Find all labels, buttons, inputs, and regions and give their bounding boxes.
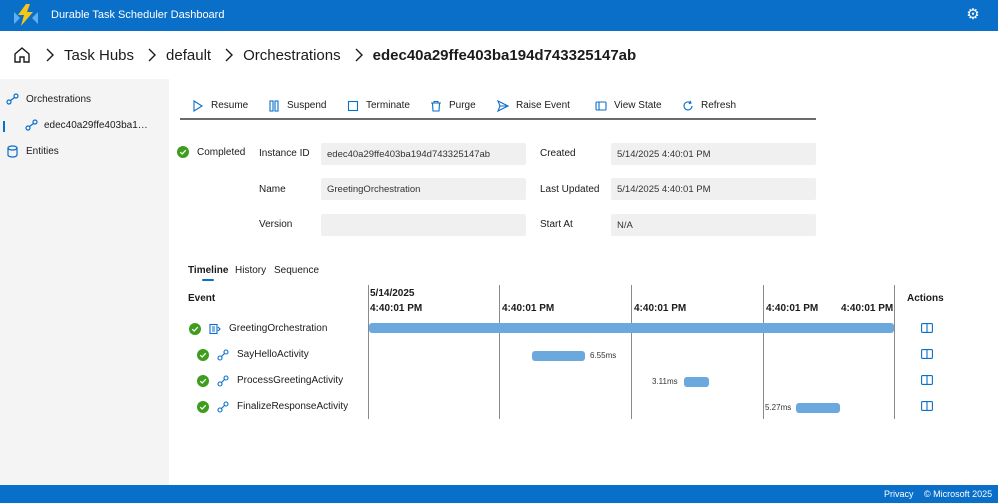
breadcrumb: Task Hubs default Orchestrations edec40a… — [0, 31, 998, 79]
tab-timeline[interactable]: Timeline — [188, 265, 228, 276]
event-name: GreetingOrchestration — [229, 323, 328, 334]
orchestration-icon — [6, 93, 19, 105]
send-icon — [497, 99, 509, 112]
play-icon — [193, 99, 204, 112]
timeline-row: FinalizeResponseActivity 5.27ms — [0, 399, 998, 417]
duration-bar[interactable] — [684, 377, 709, 387]
database-icon — [7, 145, 18, 158]
chevron-right-icon — [225, 48, 234, 62]
view-state-button[interactable]: View State — [595, 93, 662, 118]
activity-icon — [217, 349, 229, 361]
duration-bar[interactable] — [369, 323, 894, 333]
sidebar-item-label: Entities — [26, 146, 59, 157]
check-circle-icon — [197, 401, 209, 413]
top-bar: Durable Task Scheduler Dashboard ⚙ — [0, 0, 998, 31]
status-badge: Completed — [177, 146, 245, 158]
active-tab-indicator — [202, 279, 214, 281]
event-column-header: Event — [188, 293, 216, 304]
refresh-button[interactable]: Refresh — [682, 93, 736, 118]
active-indicator — [3, 121, 5, 132]
home-icon[interactable] — [13, 46, 31, 64]
duration-label: 5.27ms — [765, 403, 792, 412]
timeline-row: SayHelloActivity 6.55ms — [0, 347, 998, 365]
timeline-tick: 4:40:01 PM — [841, 303, 894, 314]
orchestration-icon — [25, 119, 38, 131]
panel-icon[interactable] — [921, 401, 933, 411]
breadcrumb-default[interactable]: default — [166, 47, 211, 64]
trash-icon — [431, 100, 441, 112]
instance-id-field: edec40a29ffe403ba194d743325147ab — [321, 143, 526, 165]
suspend-button[interactable]: Suspend — [268, 93, 326, 118]
gear-icon[interactable]: ⚙ — [965, 7, 981, 23]
duration-label: 6.55ms — [590, 351, 617, 360]
duration-bar[interactable] — [532, 351, 585, 361]
timeline-tick: 4:40:01 PM — [502, 303, 555, 314]
resume-button[interactable]: Resume — [192, 93, 248, 118]
duration-bar[interactable] — [796, 403, 840, 413]
timeline-date: 5/14/2025 — [370, 288, 415, 299]
panel-icon[interactable] — [921, 375, 933, 385]
breadcrumb-task-hubs[interactable]: Task Hubs — [64, 47, 134, 64]
chevron-right-icon — [46, 48, 54, 62]
version-label: Version — [259, 219, 293, 230]
breadcrumb-orchestrations[interactable]: Orchestrations — [243, 47, 341, 64]
name-field: GreetingOrchestration — [321, 178, 526, 200]
copyright: © Microsoft 2025 — [924, 489, 993, 499]
panel-icon[interactable] — [921, 323, 933, 333]
check-circle-icon — [189, 323, 201, 335]
sidebar: Orchestrations edec40a29ffe403ba1… Entit… — [0, 79, 169, 485]
orchestrator-icon — [209, 323, 221, 335]
activity-icon — [217, 401, 229, 413]
event-name: SayHelloActivity — [237, 349, 309, 360]
check-circle-icon — [177, 146, 189, 158]
timeline-row: GreetingOrchestration — [0, 321, 998, 339]
toolbar: Resume Suspend Terminate Purge Raise Eve… — [180, 93, 816, 120]
azure-functions-bolt-icon — [14, 4, 38, 26]
event-name: FinalizeResponseActivity — [237, 401, 349, 412]
timeline-tick: 4:40:01 PM — [766, 303, 819, 314]
purge-button[interactable]: Purge — [430, 93, 476, 118]
check-circle-icon — [197, 375, 209, 387]
raise-event-button[interactable]: Raise Event — [497, 93, 570, 118]
pause-icon — [269, 99, 279, 112]
version-field — [321, 214, 526, 236]
actions-column-header: Actions — [907, 293, 944, 304]
sidebar-item-label: edec40a29ffe403ba1… — [44, 120, 148, 131]
event-name: ProcessGreetingActivity — [237, 375, 344, 386]
chevron-right-icon — [355, 48, 363, 62]
timeline-tick: 4:40:01 PM — [370, 303, 423, 314]
instance-id-label: Instance ID — [259, 148, 310, 159]
stop-icon — [347, 100, 359, 111]
chevron-right-icon — [148, 48, 157, 62]
footer: Privacy © Microsoft 2025 — [0, 485, 998, 503]
panel-icon — [595, 100, 607, 111]
activity-icon — [217, 375, 229, 387]
app-title: Durable Task Scheduler Dashboard — [51, 9, 225, 21]
last-updated-field: 5/14/2025 4:40:01 PM — [611, 178, 816, 200]
timeline-tick: 4:40:01 PM — [634, 303, 687, 314]
sidebar-item-label: Orchestrations — [26, 94, 92, 105]
check-circle-icon — [197, 349, 209, 361]
terminate-button[interactable]: Terminate — [347, 93, 410, 118]
panel-icon[interactable] — [921, 349, 933, 359]
tab-sequence[interactable]: Sequence — [274, 265, 319, 276]
last-updated-label: Last Updated — [540, 184, 600, 195]
name-label: Name — [259, 184, 286, 195]
breadcrumb-current-instance: edec40a29ffe403ba194d743325147ab — [372, 46, 637, 64]
timeline-row: ProcessGreetingActivity 3.11ms — [0, 373, 998, 391]
start-at-label: Start At — [540, 219, 573, 230]
refresh-icon — [683, 100, 693, 110]
created-field: 5/14/2025 4:40:01 PM — [611, 143, 816, 165]
start-at-field: N/A — [611, 214, 816, 236]
privacy-link[interactable]: Privacy — [884, 489, 914, 499]
duration-label: 3.11ms — [652, 377, 678, 386]
tab-history[interactable]: History — [235, 265, 266, 276]
created-label: Created — [540, 148, 576, 159]
